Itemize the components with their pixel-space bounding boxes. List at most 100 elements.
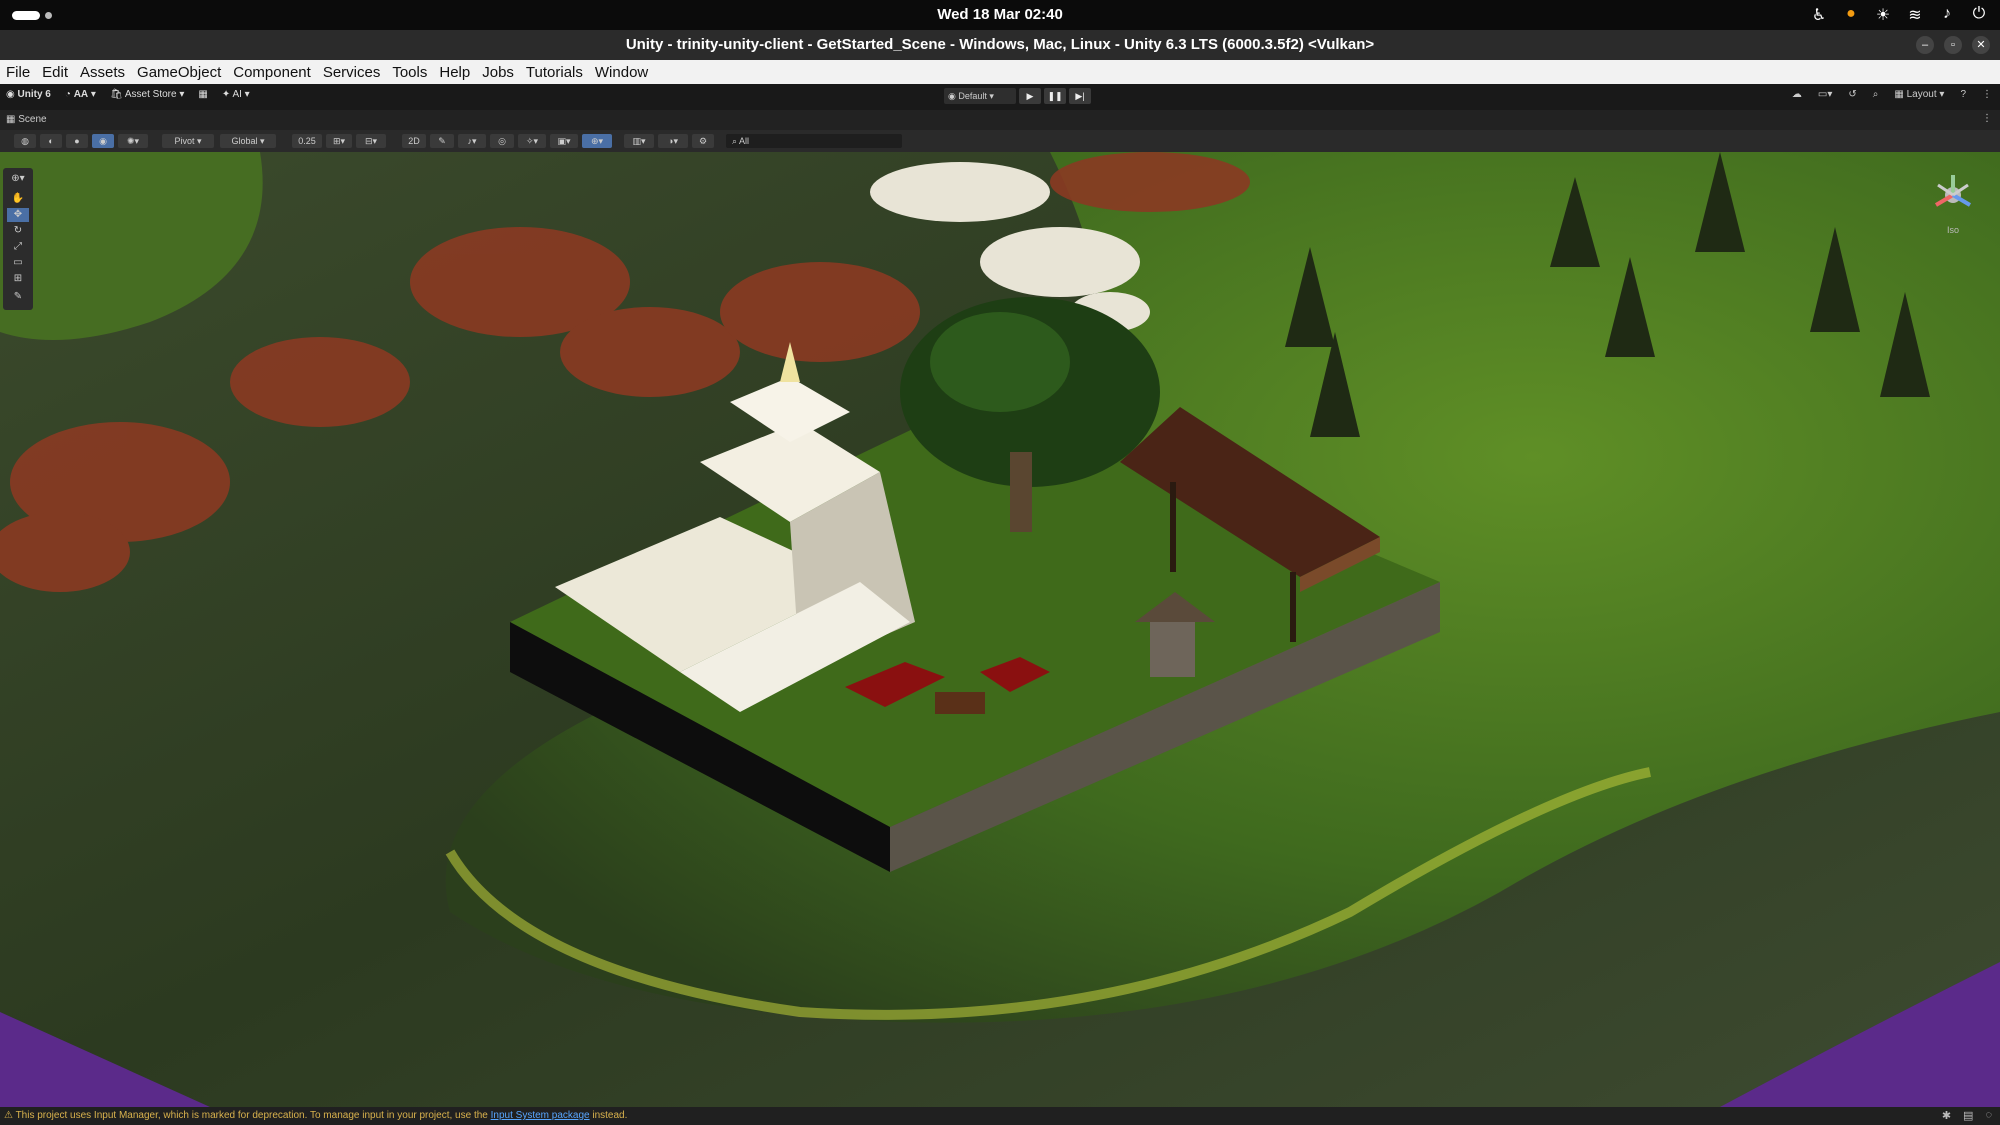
pause-button[interactable]: ❚❚ (1044, 88, 1066, 104)
tab-scene-label: Scene (18, 114, 47, 125)
menu-gameobject[interactable]: GameObject (137, 64, 221, 81)
menu-bar: File Edit Assets GameObject Component Se… (0, 60, 2000, 84)
display-icon[interactable]: ▭▾ (1818, 89, 1832, 100)
tab-scene[interactable]: ▦ Scene (6, 114, 47, 125)
more-icon[interactable]: ⋮ (1982, 89, 1992, 100)
visibility-icon[interactable]: ◎ (490, 134, 514, 148)
global-label: Global (231, 136, 258, 146)
volume-icon[interactable]: ♪ (1938, 5, 1956, 25)
shading-shaded-wireframe-icon[interactable]: ◐ (40, 134, 62, 148)
status-bar: ⚠ This project uses Input Manager, which… (0, 1107, 2000, 1125)
tool-menu-icon[interactable]: ⊕▾ (7, 172, 29, 186)
account-dropdown[interactable]: ◔ AA ▾ (65, 89, 96, 100)
rotate-tool-icon[interactable]: ↻ (7, 224, 29, 238)
console-message[interactable]: ⚠ This project uses Input Manager, which… (4, 1110, 627, 1121)
shading-wireframe-icon[interactable]: ◍ (14, 134, 36, 148)
shading-lit-icon[interactable]: ◉ (92, 134, 114, 148)
power-icon[interactable]: ⏻ (1970, 5, 1988, 25)
move-tool-icon[interactable]: ✥ (7, 208, 29, 222)
render-mode-dropdown[interactable]: ✺▾ (118, 134, 148, 148)
minimize-icon[interactable]: – (1916, 36, 1934, 54)
grid-snap-icon[interactable]: ⊞▾ (326, 134, 352, 148)
play-button[interactable]: ▶ (1019, 88, 1041, 104)
menu-edit[interactable]: Edit (42, 64, 68, 81)
help-icon[interactable]: ? (1960, 89, 1966, 100)
scene-render[interactable] (0, 152, 2000, 1107)
pivot-dropdown[interactable]: Pivot ▾ (162, 134, 214, 148)
brightness-icon[interactable]: ☀ (1874, 5, 1892, 25)
settings-icon[interactable]: ⚙ (692, 134, 714, 148)
hand-tool-icon[interactable]: ✋ (7, 192, 29, 206)
camera-icon[interactable]: ▣▾ (550, 134, 578, 148)
menu-services[interactable]: Services (323, 64, 381, 81)
asset-store-label: Asset Store (124, 89, 177, 100)
ai-button[interactable]: ✦ AI ▾ (222, 89, 250, 100)
step-button[interactable]: ▶| (1069, 88, 1091, 104)
tool-palette: ⊕▾ ✋ ✥ ↻ ⤢ ▭ ⊞ ✎ (3, 168, 33, 310)
window-title-bar: Unity - trinity-unity-client - GetStarte… (0, 30, 2000, 60)
layout-label: Layout (1906, 89, 1937, 100)
stats-icon[interactable]: ▥▾ (624, 134, 654, 148)
toggle-2d-icon[interactable]: 2D (402, 134, 426, 148)
shading-unlit-icon[interactable]: ● (66, 134, 88, 148)
bug-icon[interactable]: ✱ (1942, 1109, 1951, 1122)
scene-search-input[interactable]: ⌕ All (726, 134, 902, 148)
effects-icon[interactable]: ✧▾ (518, 134, 546, 148)
grid-toggle-icon[interactable]: ⊟▾ (356, 134, 386, 148)
input-system-link[interactable]: Input System package (491, 1110, 590, 1121)
history-icon[interactable]: ↺ (1848, 89, 1856, 100)
microphone-icon[interactable]: ● (1842, 5, 1860, 25)
scene-tab-bar: ▦ Scene ⋮ (0, 110, 2000, 130)
maximize-icon[interactable]: ▫ (1944, 36, 1962, 54)
unity-label: Unity 6 (17, 89, 51, 100)
search-icon[interactable]: ⌕ (1873, 89, 1879, 100)
ai-label: AI (232, 89, 242, 100)
clock[interactable]: Wed 18 Mar 02:40 (0, 6, 2000, 23)
menu-component[interactable]: Component (233, 64, 311, 81)
cache-icon[interactable]: ▤ (1963, 1109, 1973, 1122)
wifi-icon[interactable]: ≋ (1906, 5, 1924, 25)
account-label: AA (73, 89, 89, 100)
gizmo-axes-icon[interactable] (1928, 170, 1978, 220)
scene-search-placeholder: All (739, 136, 750, 146)
scene-viewport[interactable] (0, 152, 2000, 1107)
menu-file[interactable]: File (6, 64, 30, 81)
build-profile-dropdown[interactable]: ◉ Default ▾ (944, 88, 1016, 104)
scale-tool-icon[interactable]: ⤢ (7, 240, 29, 254)
audio-icon[interactable]: ♪▾ (458, 134, 486, 148)
layout-dropdown[interactable]: ▦ Layout ▾ (1894, 89, 1944, 100)
menu-tools[interactable]: Tools (392, 64, 427, 81)
asset-store-button[interactable]: 🛍 Asset Store ▾ (110, 89, 184, 100)
os-top-bar: Wed 18 Mar 02:40 ♿ ● ☀ ≋ ♪ ⏻ (0, 0, 2000, 30)
menu-tutorials[interactable]: Tutorials (526, 64, 583, 81)
pivot-label: Pivot (174, 136, 195, 146)
menu-window[interactable]: Window (595, 64, 648, 81)
status-message-start: This project uses Input Manager, which i… (15, 1110, 491, 1121)
menu-jobs[interactable]: Jobs (482, 64, 514, 81)
menu-assets[interactable]: Assets (80, 64, 125, 81)
status-message-end: instead. (589, 1110, 628, 1121)
menu-help[interactable]: Help (439, 64, 470, 81)
gizmos-icon[interactable]: ⊕▾ (582, 134, 612, 148)
tab-menu-icon[interactable]: ⋮ (1982, 113, 1992, 124)
overlay-icon[interactable]: ◑▾ (658, 134, 688, 148)
cloud-icon[interactable]: ☁ (1792, 89, 1802, 100)
global-dropdown[interactable]: Global ▾ (220, 134, 276, 148)
gizmo-label[interactable]: Iso (1928, 225, 1978, 235)
wooden-box (935, 692, 985, 714)
custom-tool-icon[interactable]: ✎ (7, 290, 29, 304)
orientation-gizmo[interactable]: Iso (1928, 170, 1978, 240)
lighting-icon[interactable]: ✎ (430, 134, 454, 148)
window-title: Unity - trinity-unity-client - GetStarte… (625, 36, 1375, 53)
scene-view-toolbar: ◍ ◐ ● ◉ ✺▾ Pivot ▾ Global ▾ 0.25 ⊞▾ ⊟▾ 2… (0, 130, 2000, 152)
snap-value[interactable]: 0.25 (292, 134, 322, 148)
unity-account-button[interactable]: ◉ Unity 6 (6, 89, 51, 100)
close-icon[interactable]: ✕ (1972, 36, 1990, 54)
package-icon[interactable]: ▦ (198, 89, 207, 100)
transform-tool-icon[interactable]: ⊞ (7, 272, 29, 286)
progress-icon[interactable]: ◌ (1985, 1109, 1992, 1122)
main-toolbar: ◉ Unity 6 ◔ AA ▾ 🛍 Asset Store ▾ ▦ ✦ AI … (0, 84, 2000, 110)
accessibility-icon[interactable]: ♿ (1810, 5, 1828, 25)
build-profile-label: Default (958, 91, 987, 101)
rect-tool-icon[interactable]: ▭ (7, 256, 29, 270)
